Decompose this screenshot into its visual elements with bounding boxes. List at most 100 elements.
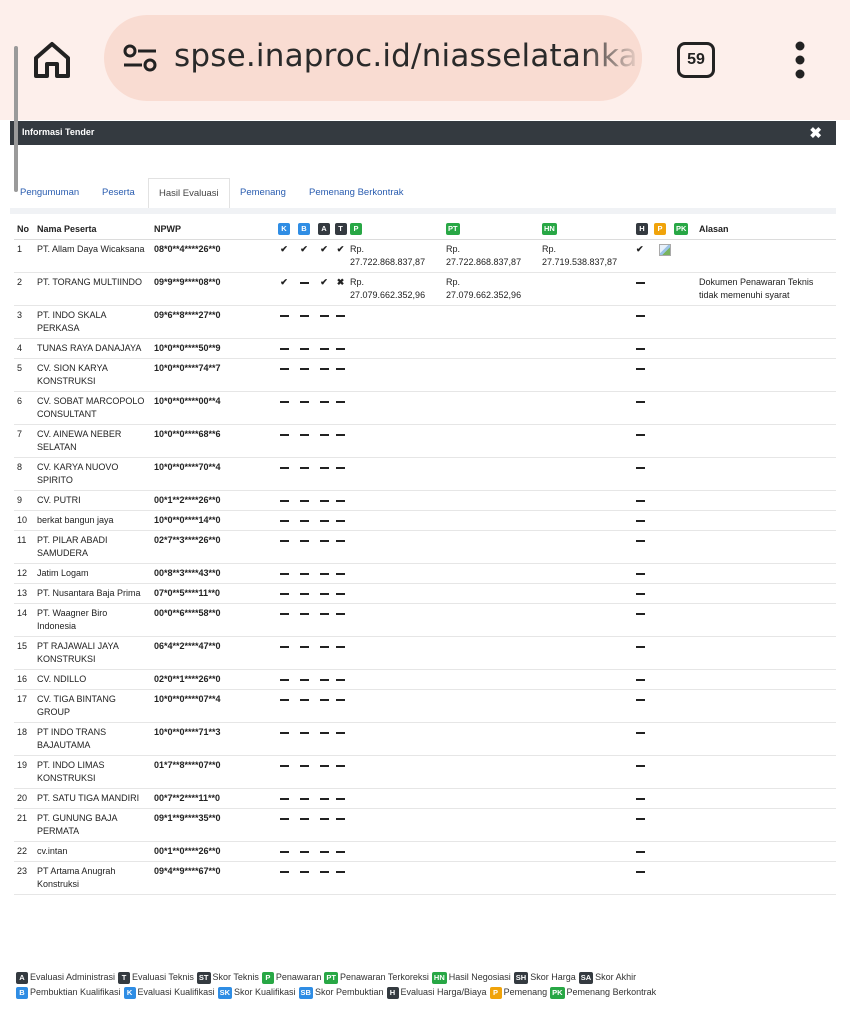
mark-k — [274, 358, 294, 392]
mark-k — [274, 510, 294, 531]
mark-b — [294, 755, 314, 789]
tab-peserta[interactable]: Peserta — [92, 178, 145, 208]
mark-a — [314, 861, 334, 895]
dash-icon — [636, 499, 645, 502]
penawaran: Rp. 27.722.868.837,87 — [347, 239, 443, 273]
legend-badge: SH — [513, 972, 529, 984]
mark-t — [334, 563, 347, 584]
participant-npwp: 00*7**2****11**0 — [151, 788, 274, 809]
dash-icon — [336, 764, 345, 767]
alasan — [696, 563, 836, 584]
mark-k — [274, 563, 294, 584]
penawaran — [347, 636, 443, 670]
dash-icon — [336, 797, 345, 800]
penawaran-terkoreksi — [443, 755, 539, 789]
row-no: 6 — [14, 391, 34, 425]
legend-badge: HN — [431, 972, 447, 984]
row-no: 14 — [14, 603, 34, 637]
mark-t — [334, 583, 347, 604]
row-no: 7 — [14, 424, 34, 458]
dash-icon — [299, 678, 309, 681]
header-t: T — [334, 219, 347, 240]
mark-h — [635, 583, 653, 604]
penawaran — [347, 669, 443, 690]
mark-pemenang — [653, 510, 673, 531]
mark-h — [635, 530, 653, 564]
site-settings-icon[interactable] — [122, 43, 158, 73]
mark-pemenang — [653, 305, 673, 339]
penawaran — [347, 722, 443, 756]
row-no: 10 — [14, 510, 34, 531]
url-text[interactable]: spse.inaproc.id/niasselatanka — [174, 38, 638, 74]
alasan — [696, 490, 836, 511]
legend-label: Evaluasi Teknis — [132, 972, 194, 982]
tab-pengumuman[interactable]: Pengumuman — [10, 178, 89, 208]
mark-pk — [673, 755, 696, 789]
dash-icon — [299, 612, 309, 615]
alasan — [696, 510, 836, 531]
hasil-negosiasi — [539, 755, 635, 789]
mark-pk — [673, 510, 696, 531]
dash-icon — [636, 678, 645, 681]
mark-b — [294, 788, 314, 809]
dash-icon — [636, 281, 645, 284]
participant-npwp: 10*0**0****71**3 — [151, 722, 274, 756]
home-icon[interactable] — [30, 38, 74, 82]
mark-pemenang — [653, 788, 673, 809]
legend-badge: A — [16, 972, 28, 984]
dash-icon — [636, 850, 645, 853]
participant-npwp: 00*8**3****43**0 — [151, 563, 274, 584]
legend-item: H Evaluasi Harga/Biaya — [386, 985, 487, 1000]
participant-npwp: 01*7**8****07**0 — [151, 755, 274, 789]
row-no: 17 — [14, 689, 34, 723]
legend-row-1: A Evaluasi Administrasi T Evaluasi Teknis ST… — [16, 970, 836, 985]
dash-icon — [636, 466, 645, 469]
dash-icon — [319, 519, 329, 522]
alasan — [696, 636, 836, 670]
dash-icon — [319, 499, 329, 502]
tab-switcher-button[interactable]: 59 — [677, 42, 715, 78]
address-bar[interactable]: spse.inaproc.id/niasselatanka — [104, 15, 642, 101]
alasan — [696, 603, 836, 637]
dash-icon — [636, 592, 645, 595]
penawaran-terkoreksi — [443, 563, 539, 584]
dash-icon — [319, 400, 329, 403]
legend-badge: PK — [550, 987, 565, 999]
dash-icon — [636, 698, 645, 701]
penawaran-terkoreksi — [443, 841, 539, 862]
mark-pemenang — [653, 603, 673, 637]
mark-pk — [673, 603, 696, 637]
tab-pemenang[interactable]: Pemenang — [230, 178, 296, 208]
legend-badge: B — [16, 987, 28, 999]
legend-item: SK Skor Kualifikasi — [217, 985, 296, 1000]
check-icon: ✔ — [336, 244, 345, 254]
table-row: 11 PT. PILAR ABADI SAMUDERA 02*7**3****26*… — [14, 530, 836, 564]
mark-pk — [673, 424, 696, 458]
scrollbar-thumb[interactable] — [14, 46, 18, 192]
tab-pemenang-berkontrak[interactable]: Pemenang Berkontrak — [299, 178, 414, 208]
close-icon[interactable]: ✖ — [809, 124, 822, 142]
penawaran — [347, 808, 443, 842]
mark-k — [274, 755, 294, 789]
mark-b — [294, 530, 314, 564]
penawaran-terkoreksi — [443, 603, 539, 637]
hasil-negosiasi — [539, 563, 635, 584]
legend-label: Hasil Negosiasi — [448, 972, 511, 982]
tab-hasil-evaluasi[interactable]: Hasil Evaluasi — [148, 178, 230, 208]
legend-badge: SB — [298, 987, 313, 999]
legend-label: Evaluasi Kualifikasi — [137, 987, 215, 997]
dash-icon — [279, 698, 289, 701]
mark-pk — [673, 490, 696, 511]
legend-badge: K — [123, 987, 136, 999]
mark-pemenang — [653, 808, 673, 842]
row-no: 13 — [14, 583, 34, 604]
alasan — [696, 722, 836, 756]
header-p-winner: P — [653, 219, 673, 240]
mark-a — [314, 669, 334, 690]
mark-b — [294, 490, 314, 511]
more-options-icon[interactable] — [789, 40, 811, 80]
dash-icon — [319, 367, 329, 370]
mark-a — [314, 457, 334, 491]
mark-h — [635, 391, 653, 425]
dash-icon — [319, 817, 329, 820]
